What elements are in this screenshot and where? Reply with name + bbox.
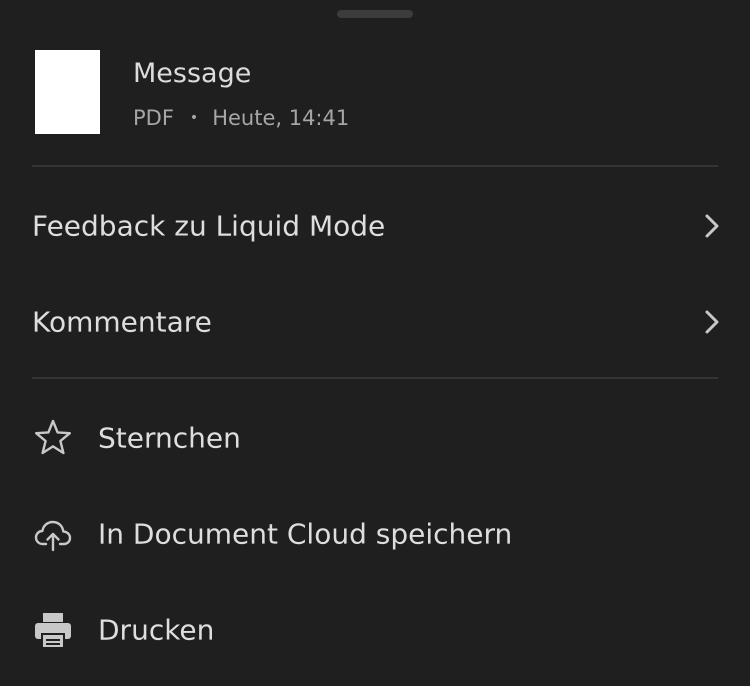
divider: [32, 165, 718, 167]
divider: [32, 377, 718, 379]
menu-item-star[interactable]: Sternchen: [0, 390, 750, 486]
file-header: Message PDF • Heute, 14:41: [0, 40, 750, 142]
menu-item-label: Drucken: [98, 613, 215, 647]
menu-item-label: In Document Cloud speichern: [98, 517, 513, 551]
menu-item-label: Sternchen: [98, 421, 241, 455]
file-date: Heute, 14:41: [212, 106, 350, 130]
file-type: PDF: [133, 106, 174, 130]
menu-item-print[interactable]: Drucken: [0, 582, 750, 678]
file-title: Message: [133, 58, 252, 89]
cloud-upload-icon: [34, 520, 72, 552]
chevron-right-icon: [705, 214, 719, 238]
printer-icon: [35, 613, 71, 649]
meta-separator: •: [189, 110, 199, 126]
chevron-right-icon: [705, 310, 719, 334]
bottom-sheet: Message PDF • Heute, 14:41 Feedback zu Liq…: [0, 0, 750, 686]
menu-item-liquid-mode-feedback[interactable]: Feedback zu Liquid Mode: [0, 178, 750, 274]
file-meta: PDF • Heute, 14:41: [133, 104, 349, 132]
file-thumbnail: [35, 50, 100, 134]
menu-item-label: Kommentare: [32, 305, 212, 339]
star-icon: [35, 419, 71, 455]
sheet-grabber-handle[interactable]: [337, 10, 413, 18]
menu-item-save-to-document-cloud[interactable]: In Document Cloud speichern: [0, 486, 750, 582]
menu-item-label: Feedback zu Liquid Mode: [32, 209, 386, 243]
menu-item-comments[interactable]: Kommentare: [0, 274, 750, 370]
